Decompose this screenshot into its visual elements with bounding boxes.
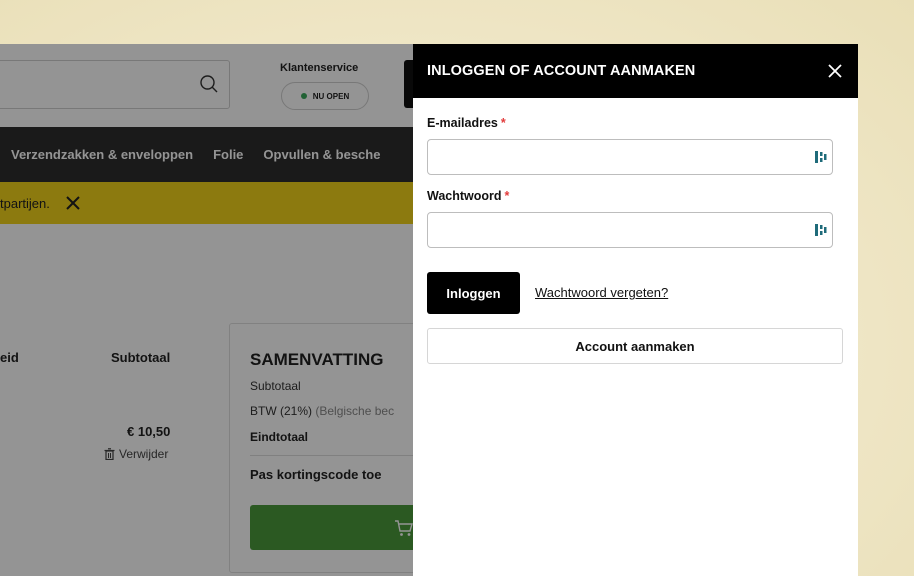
password-manager-icon[interactable] bbox=[815, 223, 827, 237]
email-label: E-mailadres * bbox=[427, 116, 506, 130]
drawer-header: INLOGGEN OF ACCOUNT AANMAKEN bbox=[413, 44, 858, 98]
login-button[interactable]: Inloggen bbox=[427, 272, 520, 314]
password-manager-icon[interactable] bbox=[815, 150, 827, 164]
required-marker: * bbox=[500, 116, 506, 130]
password-field[interactable] bbox=[427, 212, 833, 248]
password-label: Wachtwoord * bbox=[427, 189, 509, 203]
email-label-text: E-mailadres bbox=[427, 116, 498, 130]
required-marker: * bbox=[504, 189, 510, 203]
password-label-text: Wachtwoord bbox=[427, 189, 502, 203]
login-drawer: INLOGGEN OF ACCOUNT AANMAKEN E-mailadres… bbox=[413, 44, 858, 576]
create-account-button[interactable]: Account aanmaken bbox=[427, 328, 843, 364]
email-field[interactable] bbox=[427, 139, 833, 175]
drawer-title: INLOGGEN OF ACCOUNT AANMAKEN bbox=[427, 63, 696, 79]
close-icon[interactable] bbox=[828, 64, 842, 78]
forgot-password-link[interactable]: Wachtwoord vergeten? bbox=[535, 285, 668, 300]
